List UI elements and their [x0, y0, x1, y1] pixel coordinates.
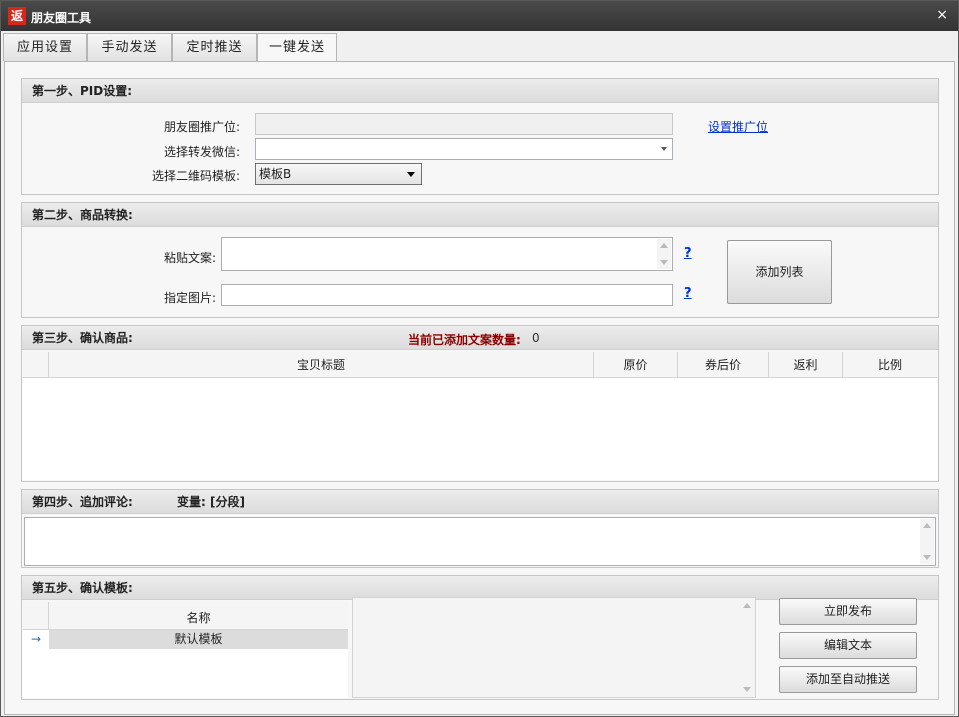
- tab-manual-send[interactable]: 手动发送: [87, 33, 172, 61]
- variable-hint: 变量: [分段]: [177, 495, 245, 509]
- window-title: 朋友圈工具: [31, 11, 92, 25]
- wechat-label: 选择转发微信:: [163, 145, 240, 159]
- app-logo-icon: 返: [8, 7, 26, 25]
- step4-head: 第四步、追加评论: 变量: [分段]: [22, 490, 938, 514]
- paste-copy-label: 粘贴文案:: [163, 251, 216, 265]
- col-item-title[interactable]: 宝贝标题: [49, 352, 594, 378]
- step1-title: 第一步、PID设置:: [22, 79, 938, 103]
- tab-one-click-send[interactable]: 一键发送: [257, 33, 337, 62]
- qr-template-select[interactable]: 模板B: [255, 163, 422, 185]
- image-input[interactable]: [221, 284, 673, 306]
- template-list[interactable]: 名称 → 默认模板: [23, 602, 348, 698]
- scroll-down-icon: [743, 687, 751, 692]
- added-count-label: 当前已添加文案数量:: [408, 333, 521, 347]
- step1-group: 第一步、PID设置: 朋友圈推广位: 设置推广位 选择转发微信: 选择二维码模板…: [21, 78, 939, 195]
- product-table[interactable]: 宝贝标题 原价 券后价 返利 比例: [23, 352, 937, 480]
- chevron-down-icon: [407, 172, 415, 177]
- tab-app-settings[interactable]: 应用设置: [3, 33, 87, 61]
- set-promotion-link[interactable]: 设置推广位: [708, 118, 768, 135]
- edit-text-button[interactable]: 编辑文本: [779, 632, 917, 659]
- paste-copy-textarea[interactable]: [221, 237, 673, 271]
- publish-now-button[interactable]: 立即发布: [779, 598, 917, 625]
- qr-template-label: 选择二维码模板:: [151, 169, 240, 183]
- comment-textarea[interactable]: [24, 517, 936, 566]
- template-row[interactable]: → 默认模板: [23, 630, 348, 649]
- scroll-down-icon: [923, 555, 931, 560]
- close-button[interactable]: ×: [936, 7, 948, 23]
- paste-copy-help-icon[interactable]: ?: [684, 246, 692, 261]
- scroll-up-icon: [923, 523, 931, 528]
- pid-input[interactable]: [255, 113, 673, 135]
- step3-group: 第三步、确认商品: 当前已添加文案数量: 0 宝贝标题 原价 券后价 返利 比例: [21, 325, 939, 482]
- step2-group: 第二步、商品转换: 粘贴文案: ? 指定图片: ? 添加列表: [21, 202, 939, 318]
- qr-template-value: 模板B: [259, 167, 292, 181]
- scroll-up-icon: [743, 603, 751, 608]
- image-help-icon[interactable]: ?: [684, 286, 692, 301]
- step2-title: 第二步、商品转换:: [22, 203, 938, 227]
- row-selector-header: [23, 352, 49, 378]
- step4-title: 第四步、追加评论:: [32, 495, 133, 509]
- image-label: 指定图片:: [163, 291, 216, 305]
- app-window: 返 朋友圈工具 × 应用设置 手动发送 定时推送 一键发送 第一步、PID设置:…: [0, 0, 959, 717]
- scroll-up-icon: [660, 243, 668, 248]
- template-list-header: 名称: [23, 602, 348, 630]
- row-selector-header: [23, 602, 49, 630]
- step5-group: 第五步、确认模板: 名称 → 默认模板 立即发布 编辑文本 添加至自动推送: [21, 575, 939, 700]
- title-bar: 返 朋友圈工具 ×: [1, 1, 958, 31]
- tab-scheduled-push[interactable]: 定时推送: [172, 33, 257, 61]
- comment-scrollbar[interactable]: [920, 519, 934, 564]
- col-coupon-price[interactable]: 券后价: [678, 352, 769, 378]
- wechat-combo[interactable]: [255, 138, 673, 160]
- col-ratio[interactable]: 比例: [843, 352, 937, 378]
- product-table-header: 宝贝标题 原价 券后价 返利 比例: [23, 352, 937, 378]
- add-to-list-button[interactable]: 添加列表: [727, 240, 832, 304]
- pid-label: 朋友圈推广位:: [163, 120, 240, 134]
- template-preview[interactable]: [352, 597, 756, 698]
- add-auto-push-button[interactable]: 添加至自动推送: [779, 666, 917, 693]
- col-original-price[interactable]: 原价: [594, 352, 678, 378]
- scroll-down-icon: [660, 260, 668, 265]
- added-count-value: 0: [532, 331, 540, 345]
- col-rebate[interactable]: 返利: [769, 352, 843, 378]
- paste-copy-scrollbar[interactable]: [657, 239, 671, 269]
- step4-group: 第四步、追加评论: 变量: [分段]: [21, 489, 939, 568]
- template-name-cell: 默认模板: [49, 630, 348, 649]
- chevron-down-icon: [661, 147, 667, 151]
- current-row-arrow-icon: →: [30, 632, 42, 646]
- col-template-name[interactable]: 名称: [49, 602, 348, 630]
- template-preview-scrollbar[interactable]: [740, 599, 754, 696]
- tab-panel-one-click-send: 第一步、PID设置: 朋友圈推广位: 设置推广位 选择转发微信: 选择二维码模板…: [4, 61, 955, 715]
